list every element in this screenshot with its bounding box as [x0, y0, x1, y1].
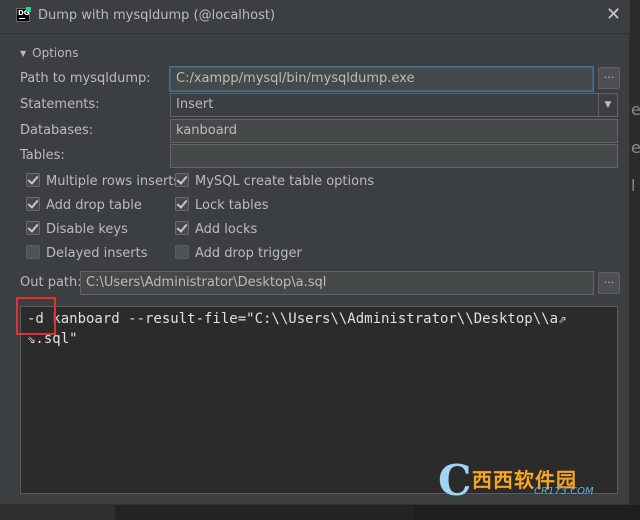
path-input[interactable]: C:/xampp/mysql/bin/mysqldump.exe: [170, 67, 593, 91]
checkbox-disable-keys[interactable]: Disable keys: [26, 221, 128, 237]
statements-select[interactable]: Insert ▼: [170, 93, 618, 117]
close-icon[interactable]: ✕: [606, 4, 621, 25]
background-taskbar: [0, 505, 640, 520]
watermark-url: CR173.COM: [534, 486, 594, 497]
outpath-input[interactable]: C:\Users\Administrator\Desktop\a.sql: [80, 271, 594, 295]
site-watermark: C 西西软件园 CR173.COM: [438, 456, 624, 505]
checkbox-label: Lock tables: [195, 198, 269, 213]
options-section-toggle[interactable]: ▼ Options: [20, 46, 78, 60]
databases-input[interactable]: kanboard: [170, 119, 618, 143]
checkbox-unchecked-icon: [26, 245, 40, 259]
datagrip-app-icon: DG: [16, 7, 31, 22]
databases-label: Databases:: [20, 123, 94, 138]
path-label: Path to mysqldump:: [20, 71, 151, 86]
command-line-1: -d kanboard --result-file="C:\\Users\\Ad…: [27, 311, 567, 327]
checkbox-label: MySQL create table options: [195, 174, 375, 189]
highlight-annotation-box: [16, 297, 56, 335]
statements-value: Insert: [176, 97, 214, 112]
checkbox-delayed-inserts[interactable]: Delayed inserts: [26, 245, 148, 261]
checkbox-checked-icon: [175, 221, 189, 235]
checkbox-add-drop-table[interactable]: Add drop table: [26, 197, 142, 213]
statements-label: Statements:: [20, 97, 100, 112]
checkbox-add-drop-trigger[interactable]: Add drop trigger: [175, 245, 302, 261]
checkbox-checked-icon: [26, 197, 40, 211]
checkbox-label: Multiple rows inserts: [46, 174, 181, 189]
dialog-title: Dump with mysqldump (@localhost): [38, 8, 276, 23]
chevron-down-icon[interactable]: ▼: [598, 94, 617, 116]
checkbox-mysql-create-table-options[interactable]: MySQL create table options: [175, 173, 374, 189]
path-browse-button[interactable]: ...: [598, 67, 620, 89]
outpath-label: Out path:: [20, 275, 82, 290]
dialog-titlebar: DG Dump with mysqldump (@localhost) ✕: [0, 0, 630, 34]
checkbox-checked-icon: [26, 173, 40, 187]
checkbox-label: Add locks: [195, 222, 258, 237]
checkbox-multiple-rows-inserts[interactable]: Multiple rows inserts: [26, 173, 180, 189]
tables-input[interactable]: [170, 144, 618, 168]
checkbox-label: Delayed inserts: [46, 246, 148, 261]
checkbox-checked-icon: [26, 221, 40, 235]
watermark-logo: C: [438, 456, 472, 505]
dump-dialog: DG Dump with mysqldump (@localhost) ✕ ▼ O…: [0, 0, 630, 505]
options-header-label: Options: [32, 46, 79, 60]
background-glyph: e: [631, 100, 640, 119]
checkbox-lock-tables[interactable]: Lock tables: [175, 197, 268, 213]
background-glyph: e: [631, 138, 640, 157]
checkbox-label: Add drop trigger: [195, 246, 302, 261]
background-glyph: l: [631, 176, 636, 195]
checkbox-unchecked-icon: [175, 245, 189, 259]
checkbox-label: Disable keys: [46, 222, 128, 237]
checkbox-label: Add drop table: [46, 198, 142, 213]
collapse-triangle-icon: ▼: [20, 49, 27, 58]
command-line-2: ⇘.sql": [27, 331, 78, 347]
outpath-browse-button[interactable]: ...: [598, 272, 620, 294]
background-editor-strip: e e l: [630, 0, 640, 520]
tables-label: Tables:: [20, 148, 65, 163]
checkbox-add-locks[interactable]: Add locks: [175, 221, 257, 237]
checkbox-checked-icon: [175, 197, 189, 211]
checkbox-checked-icon: [175, 173, 189, 187]
